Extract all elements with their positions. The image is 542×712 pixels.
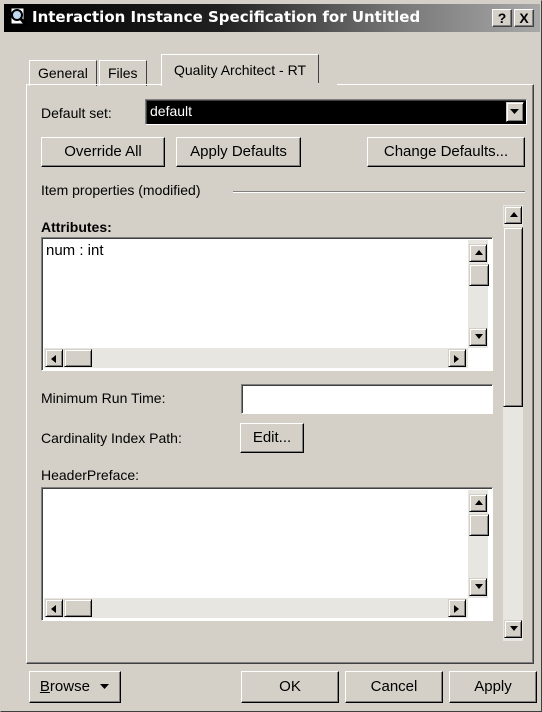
- dialog-window: Interaction Instance Specification for U…: [0, 0, 542, 712]
- attributes-scroll-left-button[interactable]: [45, 349, 63, 367]
- magnifier-icon: [8, 7, 30, 29]
- default-set-value: default: [150, 103, 193, 119]
- chevron-down-icon: [100, 672, 110, 702]
- title-bar[interactable]: Interaction Instance Specification for U…: [4, 4, 540, 32]
- attributes-scroll-right-button[interactable]: [448, 349, 466, 367]
- default-set-label: Default set:: [41, 105, 112, 121]
- header-preface-scroll-left-button[interactable]: [45, 599, 63, 617]
- change-defaults-button[interactable]: Change Defaults...: [367, 137, 525, 167]
- active-tab-joiner: [162, 83, 337, 86]
- header-preface-textarea[interactable]: [41, 487, 493, 621]
- header-preface-hscroll-thumb[interactable]: [64, 599, 92, 617]
- default-set-dropdown-button[interactable]: [506, 102, 524, 122]
- attributes-scroll-down-button[interactable]: [469, 328, 487, 346]
- attributes-label: Attributes:: [41, 219, 112, 235]
- item-properties-label: Item properties (modified): [41, 182, 201, 198]
- browse-mnemonic: B: [39, 678, 50, 695]
- apply-defaults-button[interactable]: Apply Defaults: [176, 137, 301, 167]
- header-preface-scroll-up-button[interactable]: [469, 494, 487, 512]
- attributes-hscrollbar[interactable]: [44, 348, 468, 368]
- header-preface-scroll-right-button[interactable]: [448, 599, 466, 617]
- header-preface-label: HeaderPreface:: [41, 467, 140, 483]
- attributes-hscroll-thumb[interactable]: [64, 349, 92, 367]
- min-run-time-input[interactable]: [241, 384, 493, 414]
- override-all-button[interactable]: Override All: [41, 137, 165, 167]
- browse-label: rowse: [49, 678, 90, 695]
- cardinality-edit-button[interactable]: Edit...: [240, 423, 304, 453]
- window-title: Interaction Instance Specification for U…: [32, 8, 421, 26]
- attributes-value: num : int: [46, 242, 104, 259]
- header-preface-hscrollbar[interactable]: [44, 598, 468, 618]
- header-preface-scroll-down-button[interactable]: [469, 578, 487, 596]
- apply-button[interactable]: Apply: [449, 671, 537, 703]
- ok-button[interactable]: OK: [241, 671, 339, 703]
- attributes-textarea[interactable]: num : int: [41, 237, 493, 371]
- min-run-time-label: Minimum Run Time:: [41, 390, 166, 406]
- help-button[interactable]: ?: [492, 9, 512, 27]
- tab-quality-architect[interactable]: Quality Architect - RT: [161, 54, 320, 86]
- properties-scroll-up-button[interactable]: [504, 206, 522, 224]
- cancel-button[interactable]: Cancel: [345, 671, 443, 703]
- close-button[interactable]: X: [514, 9, 534, 27]
- attributes-scroll-up-button[interactable]: [469, 244, 487, 262]
- properties-scroll-thumb[interactable]: [503, 227, 523, 407]
- group-divider: [233, 191, 525, 193]
- tab-files[interactable]: Files: [99, 60, 147, 86]
- header-preface-vscroll-thumb[interactable]: [469, 514, 489, 536]
- attributes-vscroll-thumb[interactable]: [469, 264, 489, 286]
- cardinality-label: Cardinality Index Path:: [41, 430, 182, 446]
- browse-button[interactable]: Browse: [29, 671, 121, 703]
- default-set-select[interactable]: default: [145, 99, 527, 125]
- properties-scroll-down-button[interactable]: [504, 620, 522, 638]
- tab-general[interactable]: General: [29, 60, 97, 86]
